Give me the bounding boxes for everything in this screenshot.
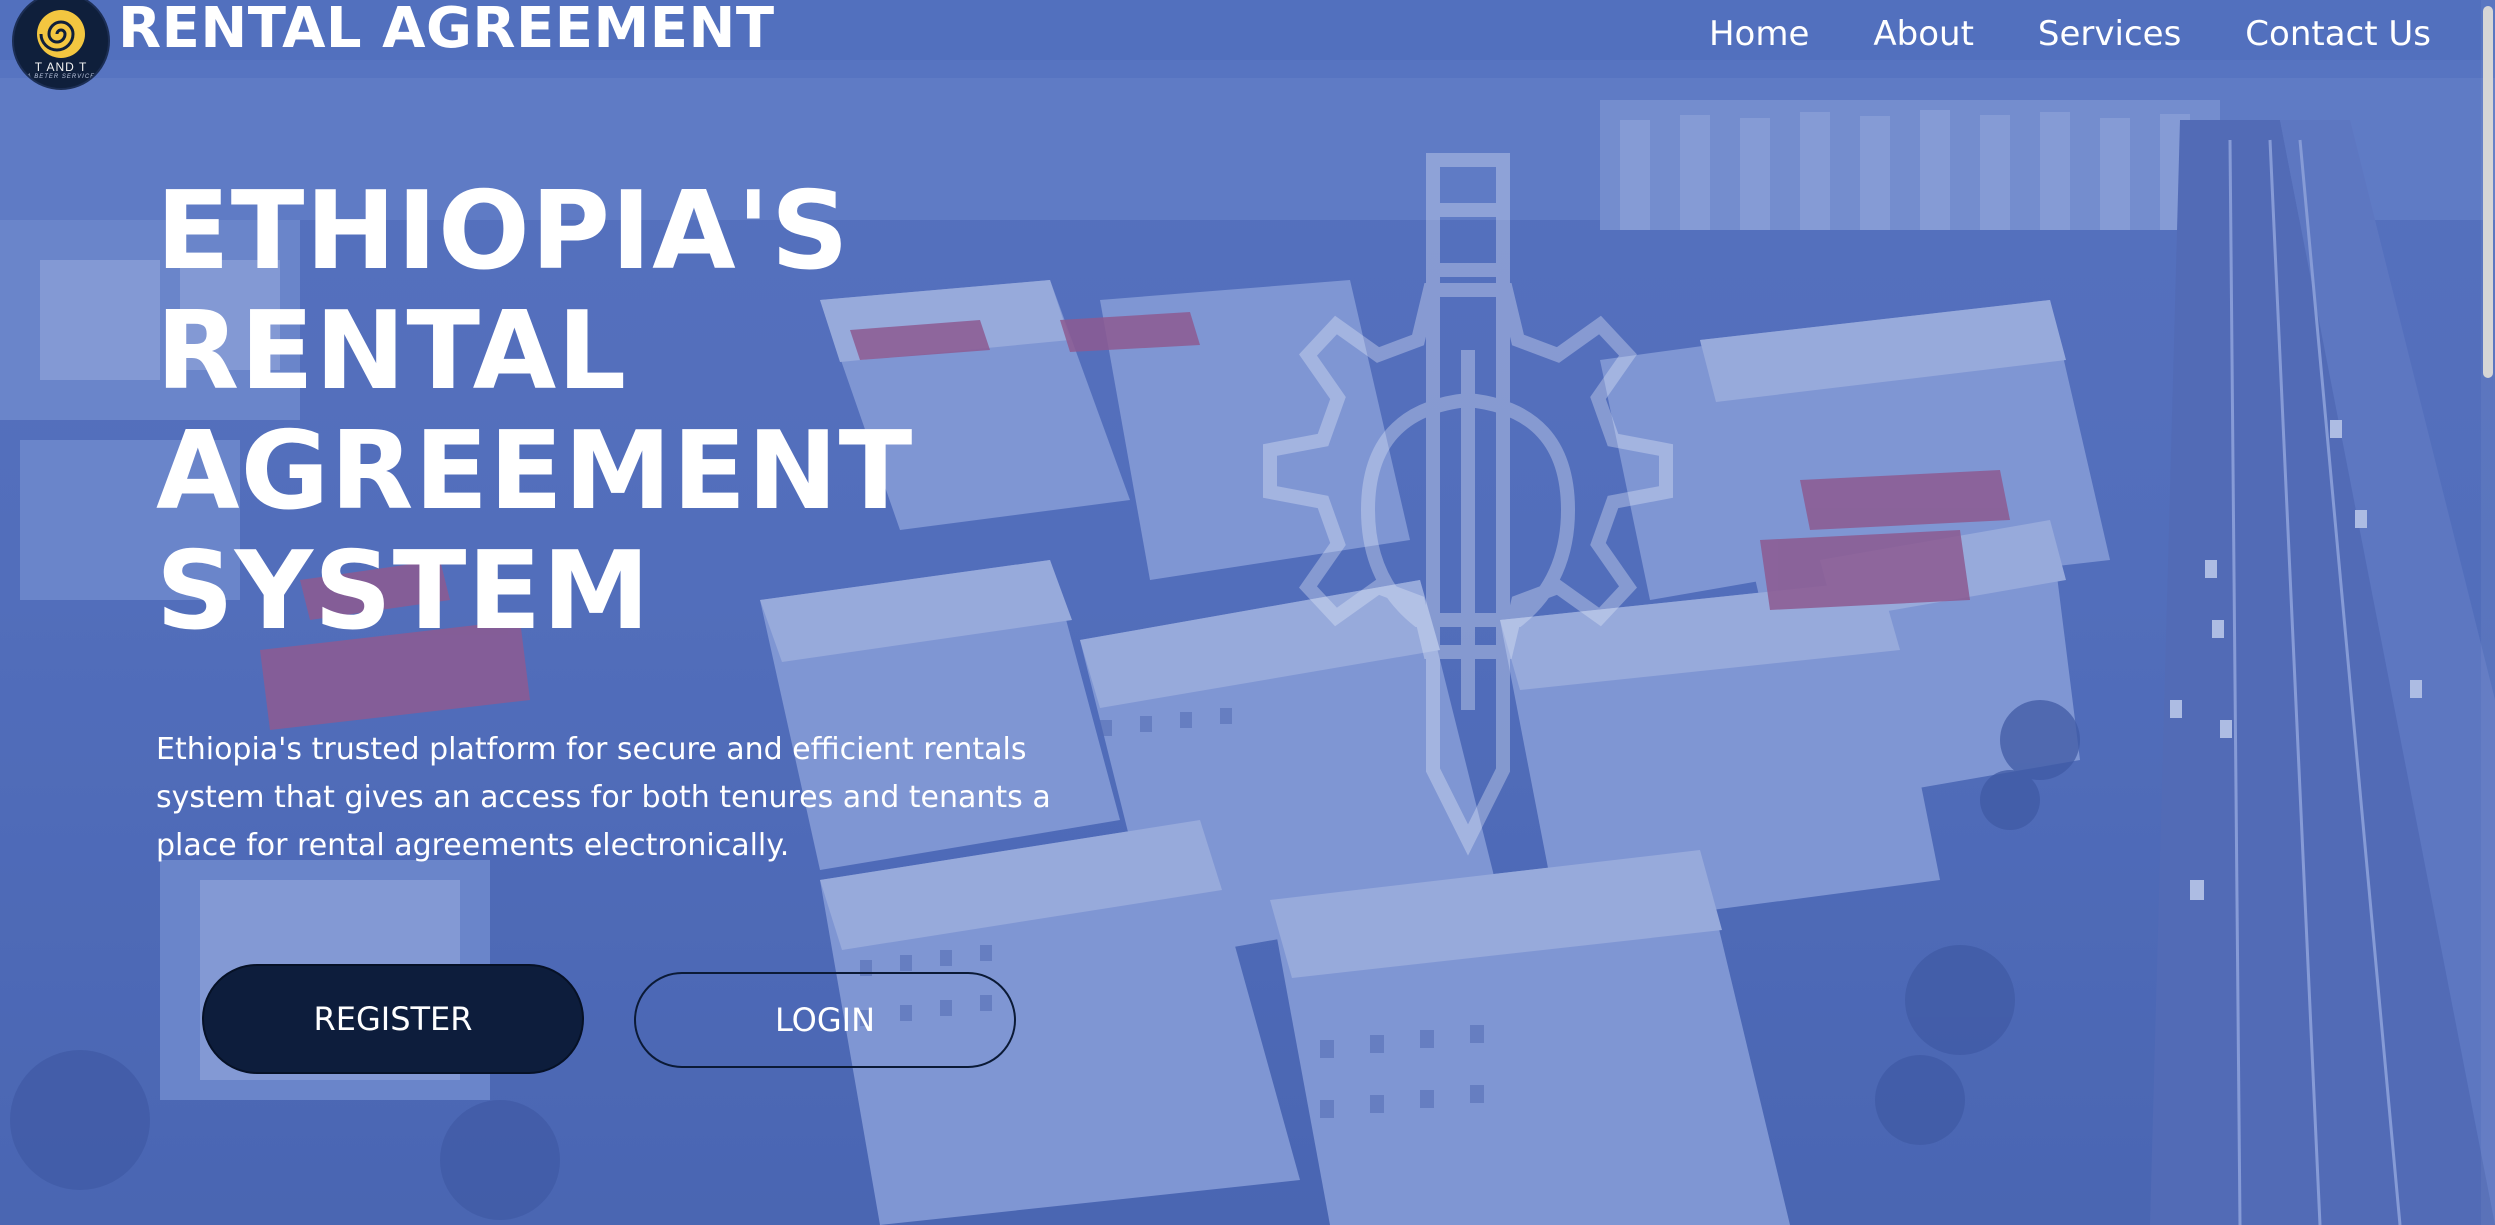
register-button[interactable]: REGISTER bbox=[202, 964, 584, 1074]
hero-title-line: SYSTEM bbox=[156, 529, 651, 654]
nav-link-home[interactable]: Home bbox=[1709, 14, 1809, 54]
nav-link-about[interactable]: About bbox=[1873, 14, 1974, 54]
nav-link-contact-us[interactable]: Contact Us bbox=[2245, 14, 2431, 54]
logo-text: T AND T bbox=[34, 60, 88, 74]
hero-title-line: RENTAL bbox=[156, 289, 628, 414]
brand-title[interactable]: RENTAL AGREEMENT bbox=[118, 0, 775, 61]
hero-title-line: AGREEMENT bbox=[156, 409, 914, 534]
main-nav: Home About Services Contact Us bbox=[1709, 14, 2431, 54]
top-navbar: T AND T A BETER SERVICE RENTAL AGREEMENT… bbox=[0, 0, 2495, 90]
gear-pen-watermark-icon bbox=[1263, 153, 1673, 856]
login-button[interactable]: LOGIN bbox=[634, 972, 1016, 1068]
hero-title-line: ETHIOPIA'S bbox=[156, 169, 850, 294]
site-logo[interactable]: T AND T A BETER SERVICE bbox=[12, 0, 110, 90]
scrollbar-thumb[interactable] bbox=[2483, 6, 2493, 378]
hero-description: Ethiopia's trusted platform for secure a… bbox=[156, 732, 1051, 863]
hero-title: ETHIOPIA'S RENTAL AGREEMENT SYSTEM bbox=[156, 172, 913, 652]
page-scrollbar[interactable] bbox=[2481, 0, 2495, 1225]
logo-subtext: A BETER SERVICE bbox=[26, 74, 96, 80]
snail-logo-icon bbox=[37, 10, 85, 58]
nav-link-services[interactable]: Services bbox=[2038, 14, 2181, 54]
